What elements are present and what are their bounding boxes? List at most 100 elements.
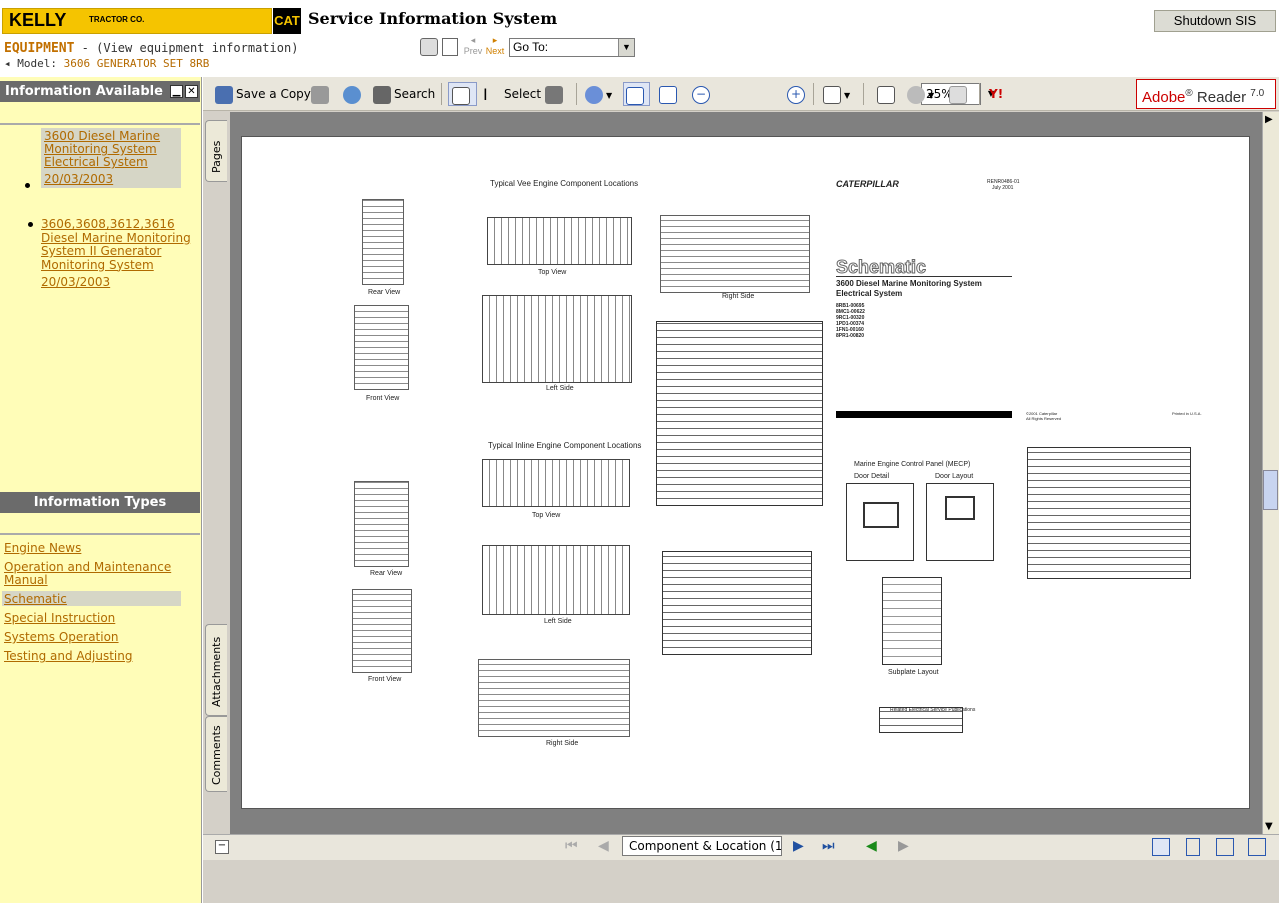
document-icon[interactable] xyxy=(442,38,458,56)
save-copy-button[interactable]: Save a Copy xyxy=(215,82,311,106)
collapse-arrow-icon[interactable]: ◂ xyxy=(4,57,11,70)
top-view-caption: Top View xyxy=(532,512,561,519)
engine-rear-view xyxy=(362,199,404,285)
doc-link-2[interactable]: 3606,3608,3612,3616 Diesel Marine Monito… xyxy=(41,217,191,272)
last-page-icon[interactable]: ⏭ xyxy=(822,838,835,854)
type-testing-adjusting[interactable]: Testing and Adjusting xyxy=(4,650,132,663)
search-label: Search xyxy=(394,87,436,101)
text-cursor-icon: I xyxy=(483,84,488,104)
single-page-icon[interactable] xyxy=(1152,838,1170,856)
gear-icon[interactable] xyxy=(420,38,438,56)
zoom-in-tool-button[interactable]: ▼ xyxy=(585,82,612,106)
front-view-caption: Front View xyxy=(368,676,402,683)
spellcheck-button[interactable] xyxy=(877,82,898,106)
collapse-icon[interactable]: − xyxy=(215,840,229,854)
select-tool-button[interactable]: I Select xyxy=(483,82,541,106)
email-button[interactable] xyxy=(343,82,364,106)
fit-page-button[interactable] xyxy=(623,82,650,106)
right-side-caption: Right Side xyxy=(722,293,755,300)
system-title-2: Electrical System xyxy=(836,289,903,298)
dealer-subname: TRACTOR CO. xyxy=(89,15,145,24)
serial-6: 8PR1-00820 xyxy=(836,333,865,339)
cat-logo: CAT xyxy=(273,8,301,34)
separator xyxy=(863,83,864,105)
engine-front-view xyxy=(354,305,409,390)
goto-select[interactable]: Go To: ▼ xyxy=(509,38,635,57)
copy-icon xyxy=(949,85,967,104)
rotate-icon xyxy=(907,85,925,104)
select-label: Select xyxy=(504,87,542,101)
continuous-facing-icon[interactable] xyxy=(1248,838,1266,856)
equipment-hint: - (View equipment information) xyxy=(74,41,299,55)
pages-icon xyxy=(823,85,841,104)
save-copy-label: Save a Copy xyxy=(236,87,311,101)
spellcheck-icon xyxy=(877,85,895,104)
tab-pages[interactable]: Pages xyxy=(205,120,227,182)
copy-button[interactable] xyxy=(949,82,970,106)
shutdown-button[interactable]: Shutdown SIS xyxy=(1154,10,1276,32)
zoom-out-button[interactable]: − xyxy=(692,82,713,106)
model-label: Model: xyxy=(17,57,57,70)
component-table xyxy=(662,551,812,655)
snapshot-button[interactable] xyxy=(545,82,566,106)
forward-icon[interactable]: ▶ xyxy=(898,838,909,854)
separator xyxy=(813,83,814,105)
scrollbar-thumb[interactable] xyxy=(1263,470,1278,510)
zoom-in-button[interactable]: + xyxy=(787,82,808,106)
page-label-input[interactable]: Component & Location (1 of 2) xyxy=(622,836,782,856)
pdf-page[interactable]: Typical Vee Engine Component Locations R… xyxy=(241,136,1250,809)
door-detail-caption: Door Detail xyxy=(854,473,890,480)
list-bullet xyxy=(28,222,33,227)
print-button[interactable] xyxy=(311,82,332,106)
next-button[interactable]: ▸ Next xyxy=(484,35,506,59)
type-special-instruction[interactable]: Special Instruction xyxy=(4,612,115,625)
minimize-icon[interactable]: ▁ xyxy=(170,85,183,98)
scroll-down-icon[interactable]: ▼ xyxy=(1265,821,1273,832)
engine-front-view xyxy=(352,589,412,673)
tab-comments-label: Comments xyxy=(210,725,223,785)
prev-page-icon[interactable]: ◀ xyxy=(598,838,609,854)
next-page-icon[interactable]: ▶ xyxy=(793,838,804,854)
close-icon[interactable]: ✕ xyxy=(185,85,198,98)
doc-date-2[interactable]: 20/03/2003 xyxy=(41,276,110,289)
magnifier-icon xyxy=(585,85,603,104)
doc-date-1[interactable]: 20/03/2003 xyxy=(44,173,113,186)
type-systems-operation[interactable]: Systems Operation xyxy=(4,631,119,644)
fit-width-icon xyxy=(659,85,677,104)
yahoo-button[interactable]: Y! xyxy=(989,82,1003,106)
back-icon[interactable]: ◀ xyxy=(866,838,877,854)
next-label: Next xyxy=(485,46,505,56)
hand-tool-button[interactable] xyxy=(448,82,477,106)
facing-icon[interactable] xyxy=(1216,838,1234,856)
tab-pages-label: Pages xyxy=(210,140,223,173)
door-layout-caption: Door Layout xyxy=(935,473,974,480)
equipment-link[interactable]: EQUIPMENT - (View equipment information) xyxy=(4,41,298,56)
prev-button[interactable]: ◂ Prev xyxy=(462,35,484,59)
rear-view-caption: Rear View xyxy=(370,570,403,577)
divider xyxy=(0,533,200,535)
info-available-title: Information Available xyxy=(5,84,163,99)
type-schematic[interactable]: Schematic xyxy=(4,593,67,606)
type-operation-maintenance[interactable]: Operation and Maintenance Manual xyxy=(4,561,179,587)
scroll-up-icon[interactable]: ▶ xyxy=(1265,114,1273,125)
search-button[interactable]: Search xyxy=(373,82,435,106)
rotate-button[interactable]: ▼ xyxy=(907,82,934,106)
continuous-icon[interactable] xyxy=(1186,838,1200,856)
print-icon xyxy=(311,85,329,104)
type-engine-news[interactable]: Engine News xyxy=(4,542,81,555)
adobe-version: 7.0 xyxy=(1250,88,1265,99)
printed: Printed in U.S.A. xyxy=(1172,411,1202,416)
page-layout-button[interactable]: ▼ xyxy=(823,82,850,106)
next-arrow-icon: ▸ xyxy=(492,35,498,45)
separator xyxy=(576,83,577,105)
tab-comments[interactable]: Comments xyxy=(205,716,227,792)
mecp-title: Marine Engine Control Panel (MECP) xyxy=(854,461,971,468)
info-types-header: Information Types xyxy=(0,492,200,513)
engine-rear-view xyxy=(354,481,409,567)
fit-width-button[interactable] xyxy=(659,82,680,106)
chevron-down-icon: ▼ xyxy=(618,39,634,56)
doc-link-1[interactable]: 3600 Diesel Marine Monitoring System Ele… xyxy=(44,130,179,169)
engine-left-side xyxy=(482,545,630,615)
first-page-icon[interactable]: ⏮ xyxy=(565,838,578,854)
tab-attachments[interactable]: Attachments xyxy=(205,624,227,716)
